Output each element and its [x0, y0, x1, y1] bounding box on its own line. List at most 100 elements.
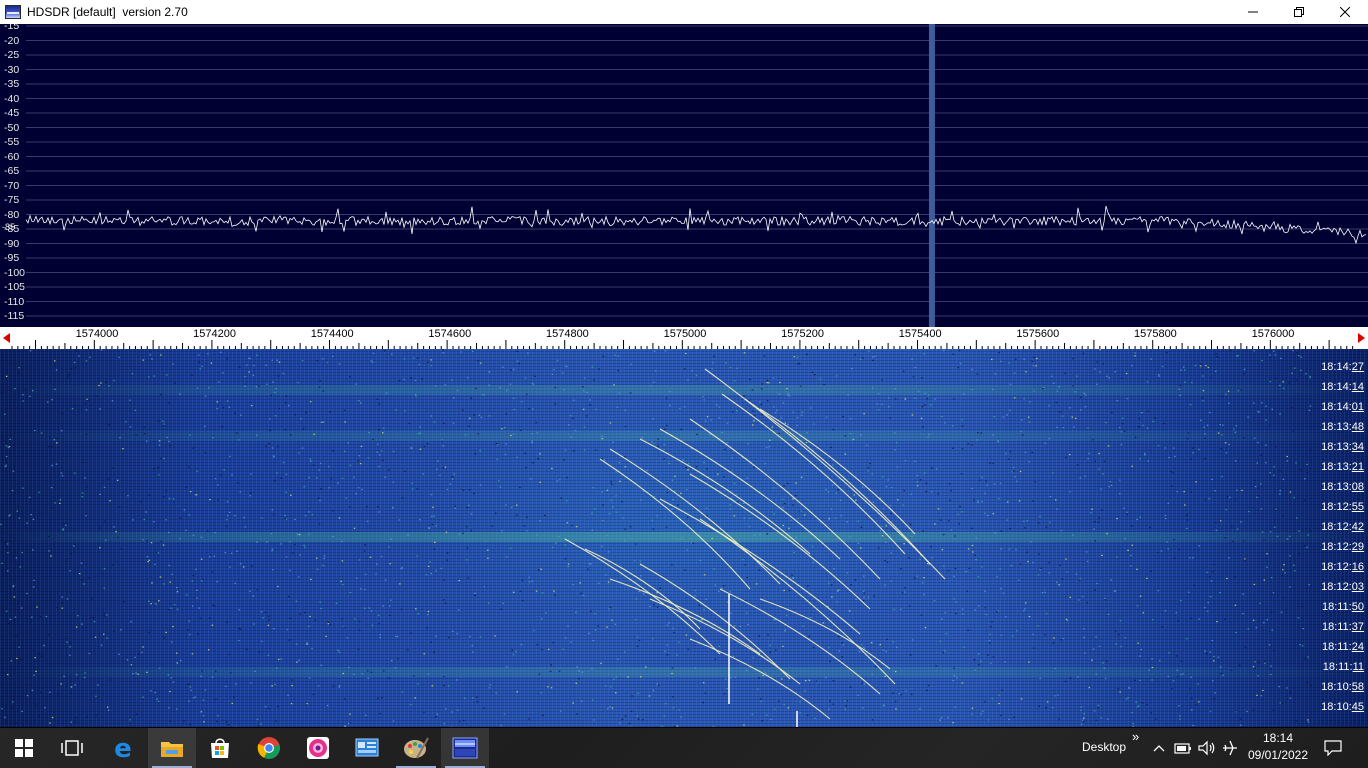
timestamp-hours-minutes: 18:12:: [1321, 541, 1352, 553]
waterfall-speckle: [1246, 710, 1248, 713]
waterfall-speckle: [86, 716, 88, 718]
desktop-toolbar-label[interactable]: Desktop: [1082, 740, 1126, 754]
waterfall-speckle: [35, 670, 37, 672]
waterfall-speckle: [22, 394, 24, 396]
waterfall-speckle: [1209, 651, 1211, 653]
chrome-button[interactable]: [245, 728, 293, 768]
waterfall-speckle: [1225, 509, 1227, 511]
waterfall-speckle: [8, 622, 10, 625]
waterfall-speckle: [609, 422, 612, 424]
toolbar-chevron[interactable]: »: [1132, 729, 1139, 744]
waterfall-speckle: [319, 601, 321, 603]
battery-network-button[interactable]: [1174, 739, 1192, 757]
waterfall-speckle: [299, 613, 302, 615]
waterfall-display[interactable]: 18:14:27 18:14:14 18:14:01 18:13:48 18:13:34…: [0, 349, 1368, 727]
waterfall-speckle: [942, 534, 945, 536]
taskbar-clock[interactable]: 18:14 09/01/2022: [1238, 730, 1318, 764]
waterfall-speckle: [1172, 447, 1175, 449]
waterfall-speckle: [560, 497, 562, 499]
waterfall-speckle: [665, 526, 668, 528]
waterfall-speckle: [168, 707, 170, 709]
file-explorer-button[interactable]: [148, 728, 196, 768]
hdsdr-app-icon[interactable]: [5, 5, 21, 19]
task-view-button[interactable]: [48, 728, 96, 768]
waterfall-speckle: [846, 700, 848, 702]
airplane-mode-button[interactable]: [1221, 739, 1239, 757]
app-blue-button[interactable]: [343, 728, 391, 768]
waterfall-speckle: [1219, 520, 1222, 522]
waterfall-speckle: [266, 383, 268, 385]
waterfall-speckle: [250, 492, 252, 494]
waterfall-speckle: [1308, 530, 1311, 532]
waterfall-speckle: [1275, 508, 1277, 510]
waterfall-speckle: [433, 651, 435, 654]
waterfall-speckle: [368, 432, 370, 434]
waterfall-speckle: [1119, 620, 1122, 622]
waterfall-speckle: [1134, 436, 1137, 438]
volume-button[interactable]: [1198, 739, 1216, 757]
waterfall-speckle: [1082, 628, 1085, 630]
waterfall-speckle: [1288, 382, 1290, 384]
waterfall-speckle: [1054, 667, 1056, 670]
edge-button[interactable]: e: [99, 728, 147, 768]
waterfall-speckle: [554, 403, 556, 405]
waterfall-speckle: [678, 709, 680, 711]
waterfall-speckle: [198, 361, 201, 363]
action-center-button[interactable]: [1324, 739, 1342, 757]
waterfall-speckle: [1286, 538, 1289, 540]
waterfall-speckle: [40, 655, 43, 657]
waterfall-speckle: [807, 714, 809, 716]
waterfall-speckle: [378, 511, 380, 513]
waterfall-speckle: [1090, 512, 1092, 514]
waterfall-speckle: [5, 610, 8, 612]
waterfall-speckle: [14, 388, 16, 390]
waterfall-speckle: [200, 711, 203, 713]
waterfall-speckle: [38, 716, 40, 718]
store-button[interactable]: [196, 728, 244, 768]
waterfall-speckle: [977, 576, 980, 578]
close-button[interactable]: [1322, 0, 1368, 24]
waterfall-speckle: [958, 523, 960, 525]
waterfall-speckle: [1081, 723, 1083, 725]
waterfall-speckle: [5, 375, 8, 377]
minimize-button[interactable]: [1230, 0, 1276, 24]
waterfall-speckle: [900, 568, 902, 570]
waterfall-speckle: [541, 592, 544, 594]
hdsdr-button[interactable]: [441, 728, 489, 768]
waterfall-speckle: [1280, 357, 1282, 359]
app-pink-button[interactable]: [294, 728, 342, 768]
waterfall-speckle: [1284, 572, 1286, 574]
waterfall-speckle: [1242, 593, 1244, 595]
waterfall-speckle: [36, 705, 38, 707]
db-tick-label: -100: [4, 266, 26, 279]
waterfall-speckle: [298, 659, 300, 661]
minimize-icon: [1248, 11, 1258, 13]
waterfall-speckle: [832, 464, 834, 466]
waterfall-speckle: [16, 510, 18, 512]
spectrum-display[interactable]: -15 -20 -25 -30 -35 -40 -45 -50 -55 -60 -65 -70 -75-…: [0, 24, 1368, 327]
waterfall-speckle: [1069, 491, 1071, 493]
waterfall-speckle: [1106, 375, 1108, 377]
waterfall-speckle: [256, 718, 259, 720]
waterfall-speckle: [903, 370, 905, 372]
waterfall-speckle: [962, 393, 965, 395]
waterfall-speckle: [411, 482, 414, 484]
waterfall-speckle: [1126, 511, 1128, 513]
waterfall-speckle: [446, 488, 449, 491]
waterfall-speckle: [243, 516, 245, 519]
waterfall-speckle: [338, 686, 340, 688]
waterfall-speckle: [1072, 385, 1074, 387]
scroll-right-marker[interactable]: [1358, 333, 1365, 343]
tuned-frequency-marker[interactable]: [928, 24, 935, 327]
start-button[interactable]: [0, 728, 48, 768]
waterfall-speckle: [835, 375, 838, 377]
waterfall-speckle: [1023, 610, 1025, 612]
waterfall-speckle: [759, 698, 762, 700]
waterfall-speckle: [536, 644, 539, 646]
waterfall-speckle: [682, 459, 684, 461]
show-hidden-icons-button[interactable]: [1150, 739, 1168, 757]
restore-button[interactable]: [1276, 0, 1322, 24]
waterfall-speckle: [56, 606, 59, 609]
paint-button[interactable]: [392, 728, 440, 768]
waterfall-speckle: [214, 532, 216, 534]
